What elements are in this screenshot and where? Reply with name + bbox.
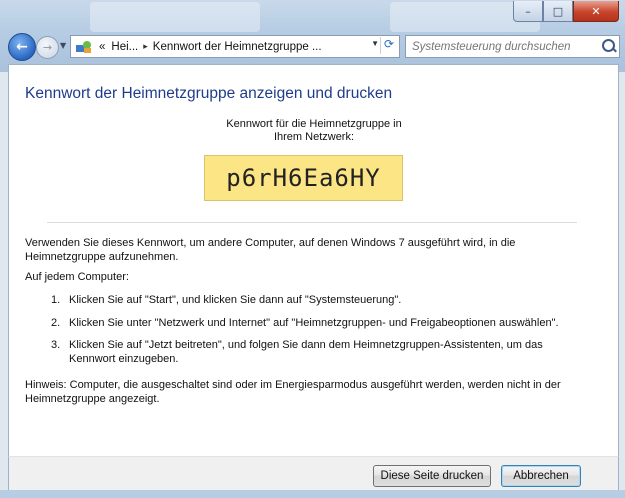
note-line: Hinweis: Computer, die ausgeschaltet sin…: [25, 379, 561, 391]
password-label-line: Ihrem Netzwerk:: [273, 131, 355, 143]
arrow-right-icon: →: [42, 41, 53, 54]
step-text-line: Klicken Sie auf "Jetzt beitreten", und f…: [69, 339, 543, 351]
arrow-left-icon: ←: [16, 39, 28, 55]
intro-text: Verwenden Sie dieses Kennwort, um andere…: [25, 236, 585, 264]
back-button[interactable]: ←: [8, 33, 36, 61]
refresh-icon[interactable]: ⟳: [380, 37, 397, 54]
recent-pages-dropdown[interactable]: ▼: [60, 41, 66, 50]
step-number: 1.: [51, 294, 61, 306]
divider: [47, 222, 577, 223]
password-label-line: Kennwort für die Heimnetzgruppe in: [226, 118, 402, 130]
step-text: Klicken Sie unter "Netzwerk und Internet…: [69, 317, 559, 329]
main-content: Kennwort der Heimnetzgruppe anzeigen und…: [8, 64, 619, 457]
maximize-button[interactable]: □: [543, 1, 573, 22]
breadcrumb-separator[interactable]: ▸: [141, 41, 150, 52]
window: – □ ✕ ← → ▼ « Hei... ▸ Kennwort der Heim…: [0, 0, 625, 498]
step-number: 2.: [51, 317, 61, 329]
print-button[interactable]: Diese Seite drucken: [373, 465, 491, 487]
password-label: Kennwort für die Heimnetzgruppe in Ihrem…: [209, 118, 419, 144]
address-bar[interactable]: « Hei... ▸ Kennwort der Heimnetzgruppe .…: [70, 35, 400, 58]
password-display: p6rH6Ea6HY: [204, 155, 403, 201]
window-frame-bottom: [0, 490, 625, 498]
step-text-line: Kennwort einzugeben.: [69, 353, 179, 365]
breadcrumb-overflow[interactable]: «: [96, 41, 108, 53]
caption-buttons: – □ ✕: [513, 1, 619, 23]
button-bar: Diese Seite drucken Abbrechen: [8, 456, 619, 492]
list-item: 3. Klicken Sie auf "Jetzt beitreten", un…: [51, 338, 591, 366]
breadcrumb-item-current[interactable]: Kennwort der Heimnetzgruppe ...: [150, 41, 325, 53]
cancel-button[interactable]: Abbrechen: [501, 465, 581, 487]
page-title: Kennwort der Heimnetzgruppe anzeigen und…: [25, 85, 393, 102]
forward-button[interactable]: →: [36, 36, 59, 59]
minimize-button[interactable]: –: [513, 1, 543, 22]
note-text: Hinweis: Computer, die ausgeschaltet sin…: [25, 378, 585, 406]
close-button[interactable]: ✕: [573, 1, 619, 22]
list-item: 1. Klicken Sie auf "Start", und klicken …: [51, 293, 591, 307]
breadcrumb-item-heimnetzgruppe[interactable]: Hei...: [108, 41, 141, 53]
search-box[interactable]: [405, 35, 620, 58]
navigation-bar: ← → ▼ « Hei... ▸ Kennwort der Heimnetzgr…: [0, 30, 625, 64]
address-dropdown-icon[interactable]: ▼: [371, 39, 379, 48]
on-each-computer-text: Auf jedem Computer:: [25, 271, 129, 283]
list-item: 2. Klicken Sie unter "Netzwerk und Inter…: [51, 316, 591, 330]
background-blur: [90, 2, 260, 32]
step-number: 3.: [51, 339, 61, 351]
search-icon[interactable]: [602, 39, 615, 52]
control-panel-icon: [75, 39, 93, 55]
note-line: Heimnetzgruppe angezeigt.: [25, 393, 160, 405]
intro-line: Heimnetzgruppe aufzunehmen.: [25, 251, 179, 263]
step-text: Klicken Sie auf "Start", und klicken Sie…: [69, 294, 402, 306]
search-input[interactable]: [406, 39, 594, 54]
step-text: Klicken Sie auf "Jetzt beitreten", und f…: [69, 338, 543, 366]
intro-line: Verwenden Sie dieses Kennwort, um andere…: [25, 237, 516, 249]
